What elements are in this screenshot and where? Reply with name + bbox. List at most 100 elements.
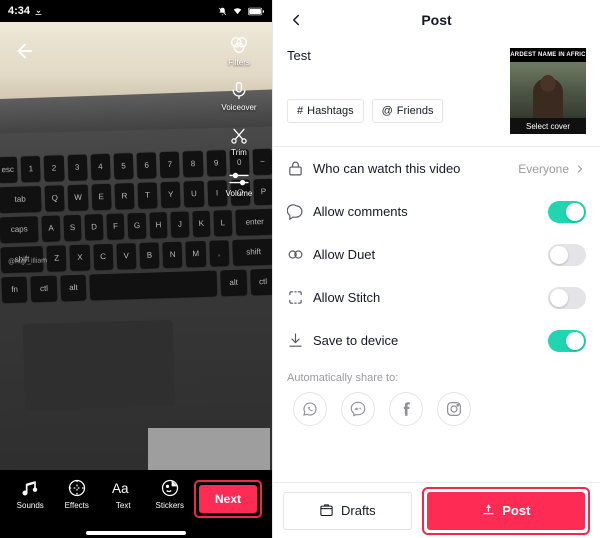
keyboard-key: Y (160, 180, 181, 208)
stitch-toggle[interactable] (548, 286, 586, 309)
sidebar-item-label: Voiceover (221, 103, 257, 112)
cover-thumbnail[interactable]: ARDEST NAME IN AFRIC Select cover (510, 48, 586, 134)
editor-bottom-toolbar: Sounds Effects Aa Text Stickers Next (0, 470, 272, 538)
caption-section: Test # Hashtags @ Friends ARDEST NAME IN… (273, 40, 600, 134)
drafts-button-label: Drafts (341, 503, 376, 518)
keyboard-row: caps A S D F G H J K L enter (0, 207, 272, 243)
caption-editor[interactable]: Test # Hashtags @ Friends (287, 48, 500, 134)
setting-row-save-to-device[interactable]: Save to device (273, 319, 600, 362)
keyboard-key: R (114, 182, 135, 209)
cover-top-text: ARDEST NAME IN AFRIC (510, 48, 586, 62)
keyboard-key: J (170, 210, 190, 237)
at-icon: @ (381, 105, 393, 117)
setting-row-privacy[interactable]: Who can watch this video Everyone (273, 147, 600, 190)
keyboard-key: L (213, 209, 232, 236)
hashtags-chip[interactable]: # Hashtags (287, 99, 364, 123)
keyboard-key (89, 269, 218, 300)
keyboard-key: 3 (67, 153, 88, 181)
friends-chip[interactable]: @ Friends (371, 99, 444, 123)
post-button-highlight: Post (421, 486, 590, 535)
bottom-item-label: Effects (64, 501, 89, 510)
toggle-knob (566, 331, 584, 350)
keyboard-key: C (93, 242, 114, 270)
next-button[interactable]: Next (199, 485, 258, 513)
hash-icon: # (297, 105, 304, 117)
instagram-icon[interactable] (437, 392, 471, 426)
arrow-left-icon[interactable] (12, 38, 38, 64)
setting-label: Save to device (313, 333, 399, 348)
toggle-knob (550, 245, 568, 264)
sidebar-item-filters[interactable]: Filters (228, 34, 250, 67)
sidebar-item-voiceover[interactable]: Voiceover (221, 81, 257, 112)
keyboard-row: fn ctl alt alt ctl (1, 267, 272, 303)
stitch-icon (287, 289, 313, 306)
post-button[interactable]: Post (426, 491, 585, 530)
keyboard-key: tab (0, 184, 42, 213)
duet-toggle[interactable] (548, 243, 586, 266)
keyboard-key: X (69, 243, 90, 271)
caption-input[interactable]: Test (287, 48, 500, 63)
status-bar-left: 4:34 (8, 5, 43, 17)
keyboard-key: M (185, 239, 206, 267)
sliders-icon (228, 171, 250, 187)
keyboard-key: F (106, 212, 125, 239)
comments-toggle[interactable] (548, 200, 586, 223)
keyboard-key: ctl (30, 274, 58, 302)
keyboard-key: D (84, 213, 104, 240)
wifi-icon (232, 7, 243, 16)
toggle-knob (566, 202, 584, 221)
keyboard-key: esc (0, 155, 18, 183)
drafts-button[interactable]: Drafts (283, 491, 412, 530)
whatsapp-icon[interactable] (293, 392, 327, 426)
auto-share-icon-row (273, 384, 600, 426)
keyboard-key: T (137, 181, 158, 208)
save-to-device-toggle[interactable] (548, 329, 586, 352)
status-bar-right (218, 7, 264, 16)
send-icon (481, 503, 496, 518)
chevron-right-icon (574, 163, 586, 175)
keyboard-key: G (127, 211, 147, 239)
svg-text:Aa: Aa (112, 481, 129, 496)
setting-row-stitch[interactable]: Allow Stitch (273, 276, 600, 319)
chevron-left-icon[interactable] (285, 9, 307, 31)
text-icon: Aa (112, 478, 134, 498)
drafts-icon (319, 503, 334, 518)
keyboard-key: B (139, 241, 160, 268)
bottom-item-sounds[interactable]: Sounds (8, 478, 53, 510)
setting-value: Everyone (518, 162, 586, 176)
keyboard-key: Z (46, 244, 67, 271)
keyboard-key: 7 (159, 150, 180, 178)
auto-share-label: Automatically share to: (287, 372, 399, 384)
facebook-icon[interactable] (389, 392, 423, 426)
keyboard-key: fn (1, 275, 28, 303)
select-cover-button[interactable]: Select cover (510, 118, 586, 134)
download-icon (34, 7, 43, 16)
bottom-item-label: Stickers (155, 501, 184, 510)
video-editor-screen: 4:34 esc 1 2 3 4 5 6 7 8 9 0 ~ tab Q W E… (0, 0, 272, 538)
keyboard-key: U (183, 179, 204, 207)
setting-row-duet[interactable]: Allow Duet (273, 233, 600, 276)
battery-icon (248, 7, 264, 16)
sidebar-item-volume[interactable]: Volume (226, 171, 252, 198)
bottom-item-stickers[interactable]: Stickers (148, 478, 193, 510)
bottom-item-effects[interactable]: Effects (55, 478, 100, 510)
bottom-item-label: Text (115, 501, 131, 510)
cover-image (510, 62, 586, 118)
keyboard-key: K (192, 209, 211, 237)
status-bar: 4:34 (0, 0, 272, 22)
sidebar-item-trim[interactable]: Trim (229, 126, 249, 157)
bottom-item-text[interactable]: Aa Text (101, 478, 146, 510)
photo-gray-overlay-block (148, 428, 270, 470)
effects-icon (67, 478, 87, 498)
post-footer: Drafts Post (273, 482, 600, 538)
keyboard-key: Q (44, 184, 65, 211)
keyboard-key: 4 (90, 152, 111, 180)
keyboard-key: enter (235, 207, 272, 235)
download-icon (287, 332, 313, 349)
setting-row-comments[interactable]: Allow comments (273, 190, 600, 233)
keyboard-key: 5 (113, 152, 134, 179)
keyboard-row: shift Z X C V B N M , shift (0, 237, 272, 273)
messenger-icon[interactable] (341, 392, 375, 426)
post-header: Post (273, 0, 600, 40)
keyboard-key: 8 (182, 149, 203, 177)
